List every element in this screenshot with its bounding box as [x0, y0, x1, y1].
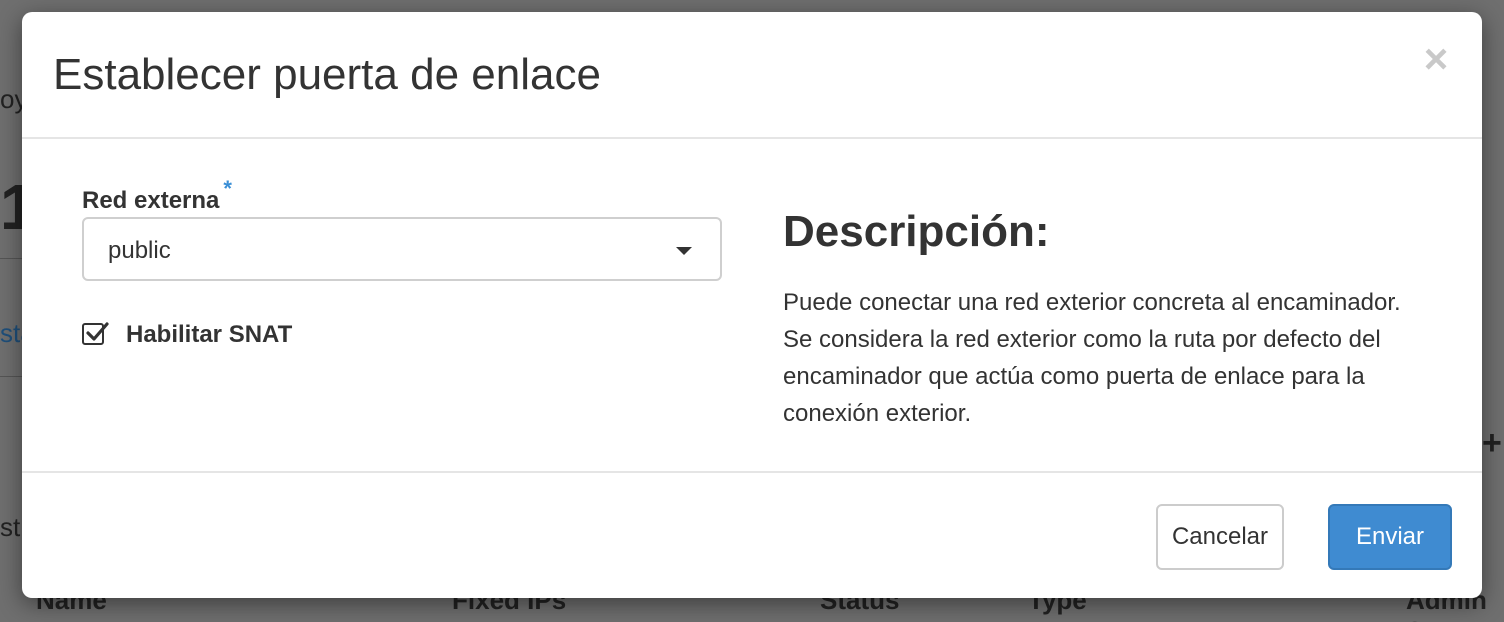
description-title: Descripción:: [783, 207, 1050, 256]
modal-footer: Cancelar Enviar: [22, 471, 1482, 598]
external-network-select[interactable]: public: [82, 217, 722, 281]
required-marker: *: [223, 176, 232, 201]
description-text: Puede conectar una red exterior concreta…: [783, 289, 1401, 427]
enable-snat-label: Habilitar SNAT: [126, 321, 293, 348]
modal-title: Establecer puerta de enlace: [53, 50, 601, 99]
description-column: Descripción: Puede conectar una red exte…: [783, 139, 1433, 471]
set-gateway-modal: Establecer puerta de enlace × Red extern…: [22, 12, 1482, 598]
modal-body: Red externa * public Habilitar SNAT Descr…: [22, 139, 1482, 471]
checked-checkbox-icon[interactable]: [82, 322, 109, 345]
modal-header: Establecer puerta de enlace ×: [22, 12, 1482, 139]
external-network-label: Red externa *: [82, 176, 232, 215]
cancel-button[interactable]: Cancelar: [1156, 504, 1284, 570]
close-icon[interactable]: ×: [1420, 38, 1452, 80]
background-divider: [0, 376, 24, 377]
background-divider: [0, 258, 24, 259]
external-network-selected-value: public: [108, 237, 171, 264]
submit-button[interactable]: Enviar: [1328, 504, 1452, 570]
plus-icon: +: [1482, 424, 1502, 462]
external-network-label-text: Red externa: [82, 187, 220, 214]
form-column: Red externa * public Habilitar SNAT: [82, 139, 722, 471]
caret-down-icon: [676, 247, 692, 255]
